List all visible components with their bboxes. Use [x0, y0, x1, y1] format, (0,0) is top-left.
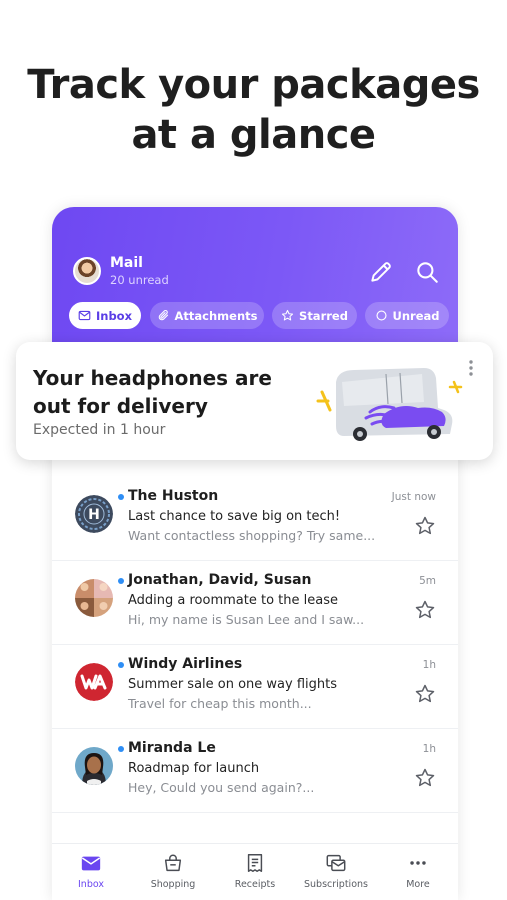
sender-logo-wa — [75, 663, 113, 701]
star-icon[interactable] — [414, 683, 436, 705]
sender-name: The Huston — [128, 488, 219, 504]
nav-subscriptions[interactable]: Subscriptions — [301, 852, 371, 890]
nav-inbox-label: Inbox — [78, 879, 104, 890]
page-headline: Track your packages at a glance — [0, 60, 507, 160]
email-preview: Want contactless shopping? Try same... — [128, 528, 376, 543]
filter-attachments[interactable]: Attachments — [150, 302, 264, 329]
email-row[interactable]: Jonathan, David, Susan Adding a roommate… — [52, 561, 458, 645]
email-preview: Travel for cheap this month... — [128, 696, 312, 711]
sender-name: Miranda Le — [128, 740, 216, 756]
unread-dot — [118, 494, 124, 500]
more-horizontal-icon — [410, 861, 426, 865]
filter-starred-label: Starred — [299, 308, 348, 323]
search-icon[interactable] — [414, 259, 440, 285]
filter-unread-label: Unread — [392, 308, 440, 323]
unread-dot — [118, 746, 124, 752]
email-time: 1h — [422, 743, 436, 755]
unread-dot — [118, 662, 124, 668]
email-preview: Hi, my name is Susan Lee and I saw... — [128, 612, 365, 627]
nav-receipts-label: Receipts — [234, 879, 276, 890]
filter-attachments-label: Attachments — [174, 308, 258, 323]
sender-name: Windy Airlines — [128, 656, 243, 672]
filter-unread[interactable]: Unread — [365, 302, 449, 329]
email-subject: Roadmap for launch — [128, 761, 260, 776]
nav-shopping[interactable]: Shopping — [138, 852, 208, 890]
sender-name: Jonathan, David, Susan — [128, 572, 312, 588]
svg-text:H: H — [88, 507, 100, 523]
email-time: 1h — [422, 659, 436, 671]
envelope-icon — [81, 856, 101, 871]
paperclip-icon — [158, 309, 168, 321]
account-avatar[interactable] — [73, 257, 101, 285]
delivery-card[interactable]: Your headphones are out for delivery Exp… — [16, 342, 493, 460]
star-icon — [281, 309, 294, 321]
nav-inbox[interactable]: Inbox — [56, 852, 126, 890]
mailbox-title: Mail — [110, 255, 143, 271]
shopping-bag-icon — [164, 854, 182, 872]
headline-line-1: Track your packages — [27, 62, 480, 108]
email-subject: Summer sale on one way flights — [128, 677, 338, 692]
email-preview: Hey, Could you send again?... — [128, 780, 315, 795]
delivery-title-line-2: out for delivery — [33, 394, 208, 418]
delivery-title: Your headphones are out for delivery — [33, 364, 293, 420]
mail-header: Mail 20 unread Inbox Attachments Starred… — [52, 207, 458, 347]
sender-photo-avatar — [75, 747, 113, 785]
delivery-eta: Expected in 1 hour — [33, 422, 166, 438]
email-time: 5m — [419, 575, 436, 587]
more-vertical-icon[interactable] — [466, 359, 476, 379]
nav-more[interactable]: More — [383, 852, 453, 890]
nav-more-label: More — [406, 879, 430, 890]
email-subject: Last chance to save big on tech! — [128, 509, 341, 524]
unread-dot — [118, 578, 124, 584]
receipt-icon — [247, 854, 263, 872]
filter-inbox-label: Inbox — [95, 308, 133, 323]
nav-receipts[interactable]: Receipts — [220, 852, 290, 890]
nav-subscriptions-label: Subscriptions — [304, 879, 368, 890]
star-icon[interactable] — [414, 515, 436, 537]
circle-icon — [375, 310, 387, 321]
headline-line-2: at a glance — [131, 112, 376, 158]
nav-shopping-label: Shopping — [150, 879, 196, 890]
subscriptions-icon — [326, 854, 346, 872]
sender-logo-h: H — [75, 495, 113, 533]
delivery-title-line-1: Your headphones are — [33, 366, 272, 390]
star-icon[interactable] — [414, 599, 436, 621]
delivery-truck-icon — [316, 368, 463, 441]
filter-inbox[interactable]: Inbox — [69, 302, 141, 329]
unread-count: 20 unread — [110, 273, 169, 287]
filter-starred[interactable]: Starred — [272, 302, 357, 329]
compose-icon[interactable] — [368, 259, 394, 285]
envelope-icon — [78, 310, 91, 321]
sender-group-avatar — [75, 579, 113, 617]
email-subject: Adding a roommate to the lease — [128, 593, 338, 608]
email-row[interactable]: Miranda Le Roadmap for launch Hey, Could… — [52, 729, 458, 813]
email-row[interactable]: H The Huston Last chance to save big on … — [52, 477, 458, 561]
email-row[interactable]: Windy Airlines Summer sale on one way fl… — [52, 645, 458, 729]
email-time: Just now — [391, 491, 436, 503]
star-icon[interactable] — [414, 767, 436, 789]
bottom-navigation: Inbox Shopping Receipts Subscriptions Mo… — [52, 843, 458, 900]
